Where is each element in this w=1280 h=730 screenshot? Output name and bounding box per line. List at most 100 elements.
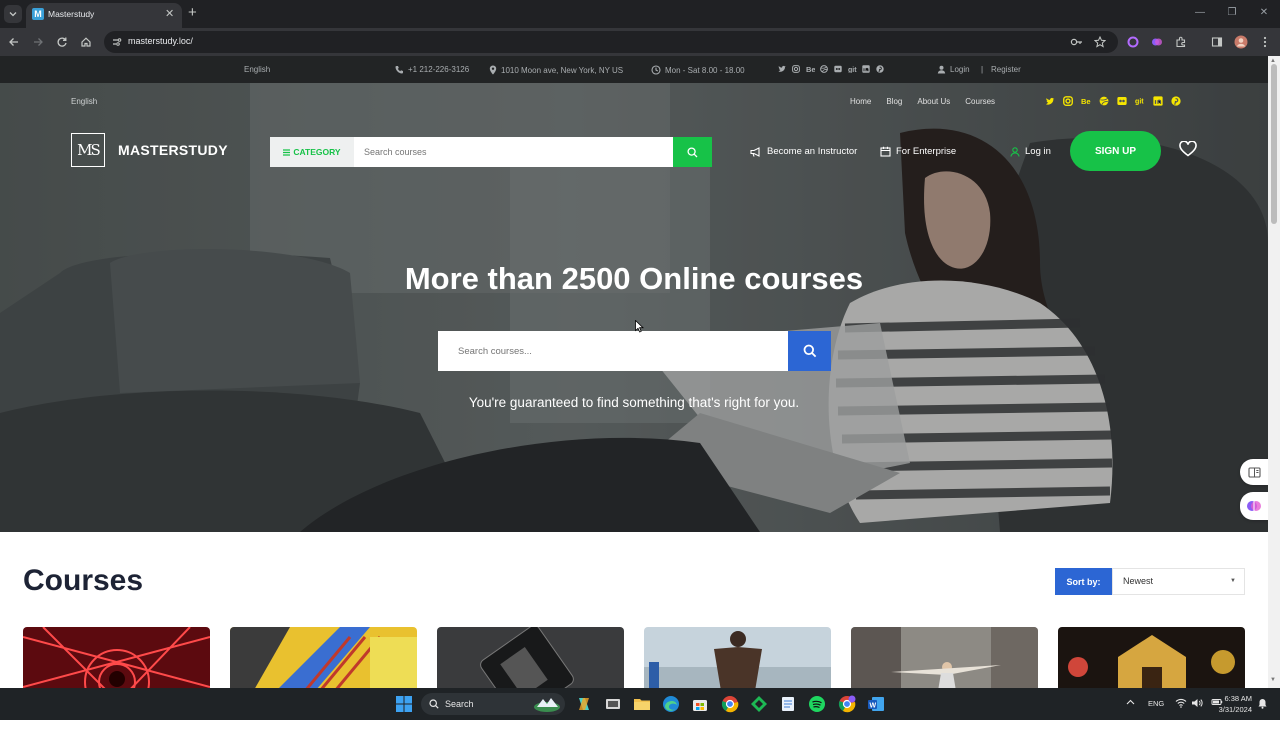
nav-link-courses[interactable]: Courses [965, 97, 995, 106]
extension-brain-icon[interactable] [1149, 34, 1165, 50]
back-icon[interactable] [6, 34, 22, 50]
for-enterprise-link[interactable]: For Enterprise [880, 146, 956, 157]
course-card-image-5[interactable] [851, 627, 1038, 688]
tray-clock[interactable]: 6:38 AM 3/31/2024 [1214, 694, 1252, 726]
nav-link-about[interactable]: About Us [917, 97, 950, 106]
hero-search-input[interactable] [438, 331, 788, 371]
taskbar-taskview-icon[interactable] [604, 695, 622, 713]
become-instructor-label: Become an Instructor [767, 146, 858, 157]
tray-chevron-up-icon[interactable] [1126, 698, 1135, 730]
site-favicon-icon: M [32, 8, 44, 20]
course-card-image-1[interactable] [23, 627, 210, 688]
nav-link-blog[interactable]: Blog [886, 97, 902, 106]
bookmark-star-icon[interactable] [1094, 36, 1106, 48]
signup-button[interactable]: SIGN UP [1070, 131, 1161, 171]
svg-text:git: git [1135, 98, 1144, 106]
page-viewport: English +1 212-226-3126 1010 Moon ave, N… [0, 56, 1268, 688]
header-search-input[interactable] [354, 137, 673, 167]
course-card-image-4[interactable] [644, 627, 831, 688]
twitter-icon[interactable] [1045, 96, 1055, 106]
site-info-icon[interactable] [112, 37, 122, 47]
pinterest-icon[interactable] [1171, 96, 1181, 106]
behance-icon[interactable]: Be [806, 65, 815, 73]
home-icon[interactable] [78, 34, 94, 50]
header-search-button[interactable] [673, 137, 712, 167]
taskbar-notepad-icon[interactable] [779, 695, 797, 713]
reading-mode-icon[interactable] [1240, 459, 1268, 485]
profile-avatar[interactable] [1233, 34, 1249, 50]
side-panel-icon[interactable] [1209, 34, 1225, 50]
instagram-icon[interactable] [792, 65, 800, 73]
scroll-down-icon[interactable]: ▼ [1270, 677, 1276, 683]
pinterest-icon[interactable] [876, 65, 884, 73]
forward-icon[interactable] [30, 34, 46, 50]
extensions-puzzle-icon[interactable] [1173, 34, 1189, 50]
hero-title: More than 2500 Online courses [404, 261, 864, 296]
minimize-icon[interactable]: — [1184, 0, 1216, 28]
site-logo[interactable]: MS MASTERSTUDY [71, 133, 228, 167]
windows-start-icon[interactable] [395, 695, 413, 713]
flickr-icon[interactable] [834, 65, 842, 73]
restore-icon[interactable]: ❐ [1216, 0, 1248, 28]
language-switcher[interactable]: English [244, 65, 270, 74]
taskbar-store-icon[interactable] [691, 695, 709, 713]
browser-tab[interactable]: M Masterstudy ✕ [26, 3, 182, 28]
course-card-image-6[interactable] [1058, 627, 1245, 688]
header-login-link[interactable]: Log in [1010, 146, 1051, 157]
wishlist-heart-icon[interactable] [1179, 141, 1197, 157]
scrollbar-thumb[interactable] [1271, 64, 1277, 224]
new-tab-icon[interactable]: + [188, 5, 197, 21]
instagram-icon[interactable] [1063, 96, 1073, 106]
taskbar-search-box[interactable]: Search [421, 693, 565, 715]
volume-icon[interactable] [1191, 698, 1203, 730]
browser-menu-icon[interactable] [1257, 34, 1273, 50]
taskbar-file-explorer-icon[interactable] [633, 695, 651, 713]
contact-phone[interactable]: +1 212-226-3126 [395, 65, 469, 74]
top-login-link[interactable]: Login [937, 65, 970, 74]
top-social-links: Be git [778, 65, 884, 73]
address-bar[interactable]: masterstudy.loc/ [104, 31, 1118, 53]
tray-time: 6:38 AM [1224, 694, 1252, 703]
top-register-link[interactable]: Register [991, 65, 1021, 74]
nav-link-home[interactable]: Home [850, 97, 871, 106]
dribbble-icon[interactable] [1099, 96, 1109, 106]
flickr-icon[interactable] [1117, 96, 1127, 106]
page-scrollbar[interactable]: ▲ ▼ [1268, 56, 1280, 688]
taskbar-chrome-profile-icon[interactable] [838, 695, 856, 713]
taskbar-edge-icon[interactable] [662, 695, 680, 713]
linkedin-icon[interactable] [862, 65, 870, 73]
sort-select[interactable]: Newest ▼ [1112, 568, 1245, 595]
become-instructor-link[interactable]: Become an Instructor [750, 146, 857, 157]
location-pin-icon [489, 65, 497, 75]
category-button[interactable]: CATEGORY [270, 137, 354, 167]
address-text: 1010 Moon ave, New York, NY US [501, 65, 624, 75]
wifi-icon[interactable] [1175, 698, 1187, 730]
hero-search-button[interactable] [788, 331, 831, 371]
tray-language[interactable]: ENG [1148, 688, 1164, 720]
git-icon[interactable]: git [848, 65, 857, 73]
tab-search-button[interactable] [4, 5, 22, 23]
hero-language-label[interactable]: English [71, 97, 97, 106]
behance-icon[interactable]: Be [1081, 96, 1091, 106]
taskbar-copilot-icon[interactable] [575, 695, 593, 713]
ai-assistant-icon[interactable] [1240, 492, 1268, 520]
taskbar-spotify-icon[interactable] [808, 695, 826, 713]
window-close-icon[interactable]: ✕ [1248, 0, 1280, 28]
dribbble-icon[interactable] [820, 65, 828, 73]
taskbar-chrome-icon[interactable] [721, 695, 739, 713]
hours-text: Mon - Sat 8.00 - 18.00 [665, 65, 745, 75]
contact-address: 1010 Moon ave, New York, NY US [489, 65, 623, 75]
extension-ring-icon[interactable] [1125, 34, 1141, 50]
course-card-image-3[interactable] [437, 627, 624, 688]
svg-text:Be: Be [1081, 97, 1091, 106]
reload-icon[interactable] [54, 34, 70, 50]
course-card-image-2[interactable] [230, 627, 417, 688]
linkedin-icon[interactable] [1153, 96, 1163, 106]
notification-bell-icon[interactable] [1258, 698, 1267, 730]
twitter-icon[interactable] [778, 65, 786, 73]
taskbar-gitkraken-icon[interactable] [750, 695, 768, 713]
taskbar-word-icon[interactable]: W [867, 695, 885, 713]
git-icon[interactable]: git [1135, 96, 1145, 106]
tab-close-icon[interactable]: ✕ [165, 7, 174, 21]
password-key-icon[interactable] [1070, 36, 1083, 48]
